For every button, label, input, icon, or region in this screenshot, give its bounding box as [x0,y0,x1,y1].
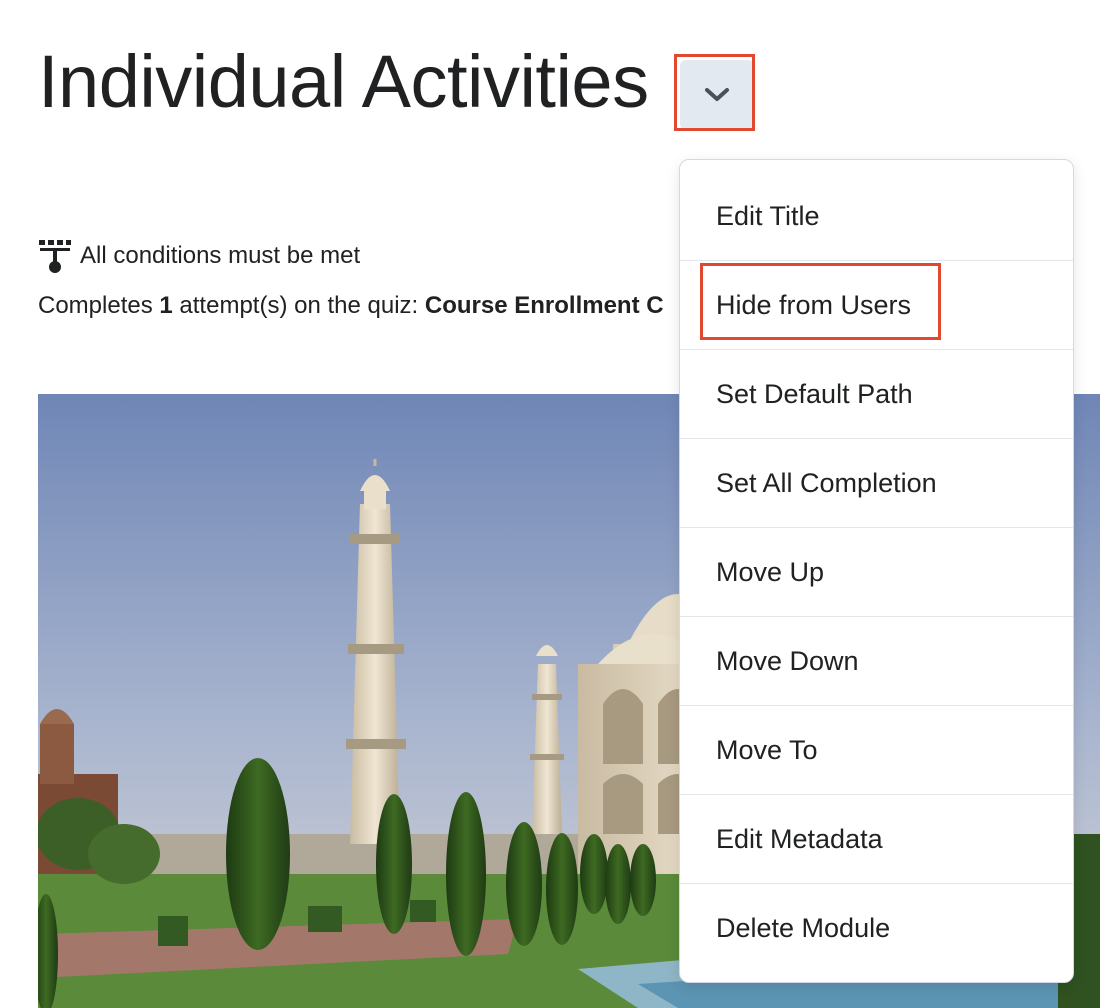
menu-item-label: Delete Module [716,913,891,943]
page-title: Individual Activities [38,40,649,123]
menu-item-hide-from-users[interactable]: Hide from Users [680,261,1073,350]
conditions-summary-text: All conditions must be met [80,242,361,269]
menu-item-edit-metadata[interactable]: Edit Metadata [680,795,1073,884]
attempt-count: 1 [159,292,173,319]
condition-prefix: Completes [38,292,153,319]
menu-item-move-down[interactable]: Move Down [680,617,1073,706]
condition-middle: attempt(s) on the quiz: [172,292,425,319]
menu-item-label: Move To [716,734,818,765]
menu-item-label: Move Down [716,645,859,676]
menu-item-move-to[interactable]: Move To [680,706,1073,795]
release-conditions-summary: All conditions must be met [38,238,360,274]
menu-item-set-default-path[interactable]: Set Default Path [680,350,1073,439]
menu-item-edit-title[interactable]: Edit Title [680,172,1073,261]
quiz-name-link[interactable]: Course Enrollment C [425,292,664,319]
menu-item-label: Hide from Users [716,289,912,320]
chevron-down-icon [705,88,729,101]
module-context-menu: Edit Title Hide from Users Set Default P… [679,159,1074,983]
release-conditions-icon [39,240,71,273]
menu-item-move-up[interactable]: Move Up [680,528,1073,617]
menu-item-label: Set All Completion [716,467,937,498]
menu-item-label: Edit Title [716,200,820,231]
menu-item-set-all-completion[interactable]: Set All Completion [680,439,1073,528]
module-options-button[interactable] [680,60,754,130]
menu-item-delete-module[interactable]: Delete Module [680,884,1073,973]
release-condition-line: Completes 1 attempt(s) on the quiz: Cour… [38,292,678,320]
menu-item-label: Set Default Path [716,378,913,409]
page: Individual Activities All conditions mus… [0,0,1100,1008]
menu-item-label: Move Up [716,556,825,587]
menu-item-label: Edit Metadata [716,823,883,854]
